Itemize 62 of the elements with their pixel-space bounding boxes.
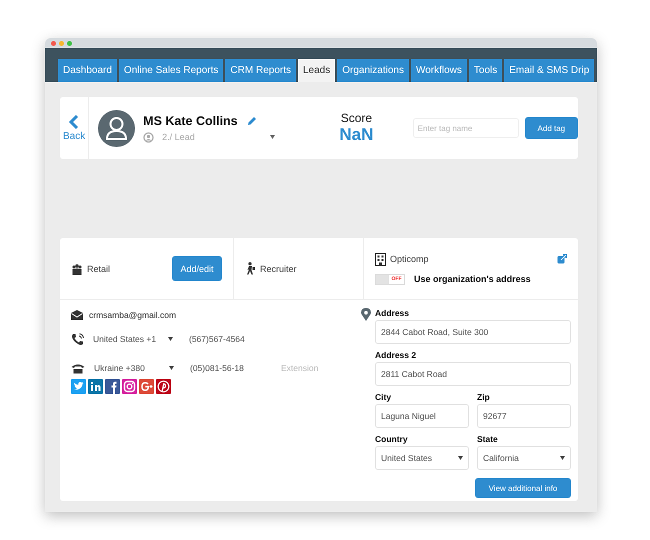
organization-name: Opticomp xyxy=(390,254,429,264)
external-link-icon[interactable] xyxy=(557,254,567,264)
caret-icon xyxy=(168,337,173,341)
instagram-icon[interactable] xyxy=(122,379,137,394)
nav-tab[interactable]: Workflows xyxy=(410,59,467,82)
twitter-icon[interactable] xyxy=(71,379,86,394)
add-edit-button[interactable]: Add/edit xyxy=(172,256,222,281)
score-value: NaN xyxy=(339,125,374,145)
telephone-icon xyxy=(71,362,85,374)
toggle-caption: Use organization's address xyxy=(414,274,531,284)
linkedin-icon[interactable] xyxy=(88,379,103,394)
phone-icon xyxy=(71,332,84,346)
back-button[interactable]: Back xyxy=(60,97,90,159)
google-plus-icon[interactable] xyxy=(139,379,154,394)
select-field[interactable]: California xyxy=(477,446,571,470)
close-icon[interactable] xyxy=(51,40,56,46)
field-label: State xyxy=(477,434,499,444)
walking-person-icon xyxy=(245,262,256,275)
caret-icon xyxy=(560,456,565,460)
building-icon xyxy=(375,252,386,266)
view-info-button[interactable]: View additional info xyxy=(475,478,571,498)
caret-icon xyxy=(458,456,463,460)
map-pin-icon xyxy=(361,308,371,321)
field-label: Zip xyxy=(477,392,491,402)
lead-name: MS Kate Collins xyxy=(143,114,238,128)
stage-select[interactable]: 2./ Lead xyxy=(143,132,276,142)
pencil-icon[interactable] xyxy=(246,116,257,126)
add-tag-button[interactable]: Add tag xyxy=(524,117,578,139)
email-address: crmsamba@gmail.com xyxy=(89,310,176,320)
role-label: Recruiter xyxy=(260,264,297,274)
nav-tab[interactable]: Organizations xyxy=(337,59,409,82)
person-circle-icon xyxy=(143,132,154,142)
country-code-select[interactable]: United States +1 xyxy=(93,334,173,344)
input-field[interactable]: 92677 xyxy=(477,404,571,428)
chevron-left-icon[interactable] xyxy=(69,114,80,128)
field-label: City xyxy=(375,392,392,402)
phone-number[interactable]: (05)081-56-18 xyxy=(190,363,275,373)
country-code-select[interactable]: Ukraine +380 xyxy=(94,363,174,373)
field-label: Address xyxy=(375,308,410,318)
envelope-icon xyxy=(71,310,83,320)
people-icon xyxy=(71,262,83,274)
select-field[interactable]: United States xyxy=(375,446,469,470)
field-label: Address 2 xyxy=(375,350,418,360)
avatar-icon xyxy=(98,110,136,146)
caret-icon xyxy=(270,135,276,139)
field-label: Country xyxy=(375,434,409,444)
facebook-icon[interactable] xyxy=(105,379,120,394)
input-field[interactable]: 2844 Cabot Road, Suite 300 xyxy=(375,320,571,344)
nav-tab[interactable]: CRM Reports xyxy=(225,59,296,82)
nav-tab[interactable]: Online Sales Reports xyxy=(118,59,224,82)
input-field[interactable]: Laguna Niguel xyxy=(375,404,469,428)
phone-number[interactable]: (567)567-4564 xyxy=(189,334,274,344)
pinterest-icon[interactable] xyxy=(156,379,171,394)
nav-tab[interactable]: Email & SMS Drip xyxy=(504,59,594,82)
segment-label: Retail xyxy=(87,264,110,274)
nav-tab[interactable]: Dashboard xyxy=(58,59,117,82)
nav-tab[interactable]: Tools xyxy=(468,59,502,82)
nav-tab[interactable]: Leads xyxy=(298,59,336,82)
score-label: Score xyxy=(340,111,372,125)
caret-icon xyxy=(169,366,174,370)
tag-field[interactable]: Enter tag name xyxy=(412,118,519,138)
input-field[interactable]: 2811 Cabot Road xyxy=(375,362,571,386)
